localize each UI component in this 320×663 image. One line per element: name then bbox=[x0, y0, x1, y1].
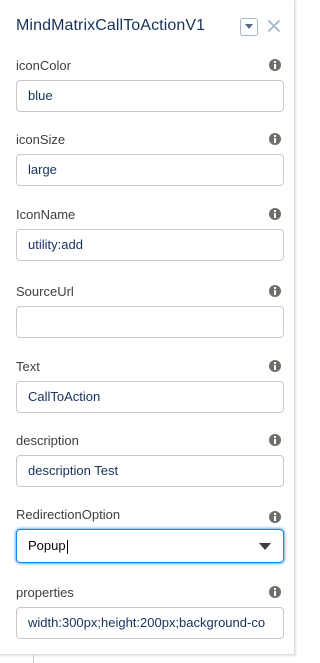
text-input[interactable]: CallToAction bbox=[16, 381, 284, 413]
info-icon[interactable] bbox=[269, 285, 281, 297]
source-url-input[interactable] bbox=[16, 306, 284, 338]
text-cursor bbox=[66, 539, 68, 554]
description-input[interactable]: description Test bbox=[16, 455, 284, 487]
field-label: SourceUrl bbox=[16, 284, 74, 299]
header-dropdown-button[interactable] bbox=[240, 18, 258, 36]
field-label: iconColor bbox=[16, 58, 71, 73]
icon-color-input[interactable]: blue bbox=[16, 80, 284, 112]
info-icon[interactable] bbox=[269, 586, 281, 598]
info-icon[interactable] bbox=[269, 133, 281, 145]
icon-name-input[interactable]: utility:add bbox=[16, 229, 284, 261]
info-icon[interactable] bbox=[269, 434, 281, 446]
close-icon bbox=[268, 20, 280, 32]
chevron-down-icon bbox=[245, 24, 253, 29]
info-icon[interactable] bbox=[269, 208, 281, 220]
info-icon[interactable] bbox=[269, 360, 281, 372]
dropdown-arrow-icon bbox=[259, 543, 271, 550]
info-icon[interactable] bbox=[269, 59, 281, 71]
field-label: iconSize bbox=[16, 132, 66, 147]
panel-title: MindMatrixCallToActionV1 bbox=[16, 17, 206, 34]
select-value: Popup bbox=[28, 538, 66, 553]
property-editor-panel: MindMatrixCallToActionV1 iconColor blue … bbox=[0, 0, 295, 655]
properties-input[interactable]: width:300px;height:200px;background-co bbox=[16, 607, 284, 639]
field-label: properties bbox=[16, 585, 74, 600]
icon-size-input[interactable]: large bbox=[16, 154, 284, 186]
field-label: description bbox=[16, 433, 79, 448]
field-label: IconName bbox=[16, 207, 76, 222]
panel-header: MindMatrixCallToActionV1 bbox=[0, 0, 295, 50]
field-label: Text bbox=[16, 359, 40, 374]
field-label: RedirectionOption bbox=[16, 507, 121, 522]
close-button[interactable] bbox=[266, 18, 282, 34]
redirection-option-select[interactable]: Popup bbox=[16, 529, 284, 563]
info-icon[interactable] bbox=[269, 511, 281, 523]
divider bbox=[33, 655, 34, 663]
